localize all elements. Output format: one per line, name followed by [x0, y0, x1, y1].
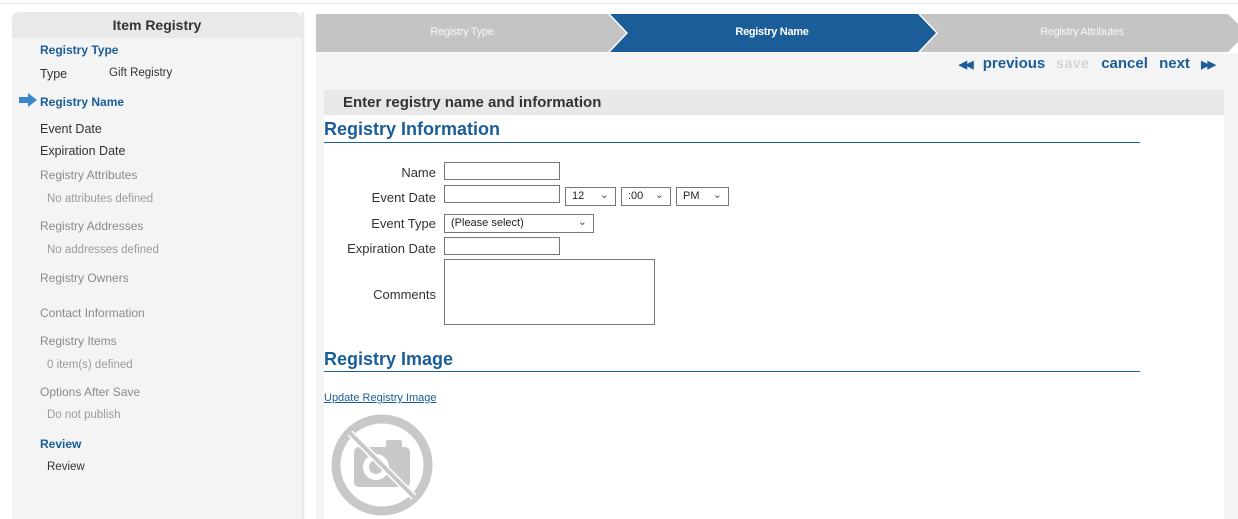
sidebar-item-expiration-date[interactable]: Expiration Date [40, 144, 330, 158]
expiration-date-label: Expiration Date [347, 241, 436, 256]
event-type-select[interactable]: (Please select) ⌄ [444, 214, 594, 233]
minute-value: :00 [628, 190, 644, 202]
wizard-nav: ◀◀ previous save cancel next ▶▶ [952, 55, 1216, 72]
registry-image-rule [324, 371, 1140, 372]
name-input[interactable] [444, 162, 560, 180]
sidebar-shadow [302, 12, 305, 519]
sidebar-options-status: Do not publish [47, 409, 121, 421]
type-label: Type [40, 67, 68, 81]
next-icon[interactable]: ▶▶ [1201, 59, 1216, 71]
event-type-label: Event Type [371, 216, 436, 231]
sidebar-review-sub: Review [47, 461, 85, 473]
step-registry-name[interactable]: Registry Name [626, 26, 918, 38]
chevron-down-icon: ⌄ [712, 189, 722, 201]
sidebar-title: Item Registry [12, 12, 302, 38]
registry-information-title: Registry Information [324, 119, 501, 139]
comments-textarea[interactable] [444, 259, 655, 325]
current-step-arrow-icon [19, 93, 37, 107]
sidebar-item-review[interactable]: Review [40, 437, 330, 451]
next-button[interactable]: next [1159, 55, 1190, 72]
step-registry-type[interactable]: Registry Type [316, 26, 608, 38]
chevron-down-icon: ⌄ [577, 216, 587, 228]
hour-value: 12 [572, 190, 585, 202]
chevron-down-icon: ⌄ [599, 189, 609, 201]
sidebar-item-registry-items[interactable]: Registry Items [40, 334, 330, 348]
sidebar-addresses-status: No addresses defined [47, 244, 159, 256]
hour-select[interactable]: 12 ⌄ [565, 187, 616, 206]
sidebar-registry-name-label: Registry Name [40, 95, 125, 109]
wizard-steps: Registry Type Registry Name Registry Att… [316, 14, 1238, 52]
sidebar-item-registry-attributes[interactable]: Registry Attributes [40, 168, 330, 182]
sidebar-item-registry-owners[interactable]: Registry Owners [40, 271, 330, 285]
event-date-label: Event Date [371, 190, 436, 205]
sidebar-attributes-status: No attributes defined [47, 193, 154, 205]
update-registry-image-link[interactable]: Update Registry Image [324, 392, 437, 404]
previous-icon[interactable]: ◀◀ [959, 59, 974, 71]
type-value: Gift Registry [109, 67, 173, 79]
minute-select[interactable]: :00 ⌄ [621, 187, 671, 206]
main-content: ◀◀ previous save cancel next ▶▶ Enter re… [316, 53, 1238, 519]
event-date-input[interactable] [444, 185, 560, 203]
form-panel: Enter registry name and information Regi… [324, 90, 1224, 519]
previous-button[interactable]: previous [983, 55, 1046, 72]
sidebar-item-event-date[interactable]: Event Date [40, 122, 330, 136]
step-registry-attributes[interactable]: Registry Attributes [936, 26, 1228, 38]
ampm-select[interactable]: PM ⌄ [676, 187, 729, 206]
sidebar-item-options-after-save[interactable]: Options After Save [40, 385, 330, 399]
sidebar: Item Registry Registry Type Type Gift Re… [12, 12, 302, 519]
expiration-date-input[interactable] [444, 237, 560, 255]
sidebar-items-status: 0 item(s) defined [47, 359, 133, 371]
sidebar-item-registry-addresses[interactable]: Registry Addresses [40, 219, 330, 233]
top-divider [0, 3, 1238, 4]
cancel-button[interactable]: cancel [1101, 55, 1148, 72]
event-type-value: (Please select) [451, 217, 524, 229]
panel-heading: Enter registry name and information [324, 90, 1224, 115]
comments-label: Comments [373, 287, 436, 302]
registry-image-title: Registry Image [324, 349, 454, 369]
name-label: Name [401, 165, 436, 180]
sidebar-item-contact-information[interactable]: Contact Information [40, 306, 330, 320]
no-camera-icon [331, 414, 433, 516]
chevron-down-icon: ⌄ [654, 189, 664, 201]
save-button[interactable]: save [1056, 55, 1090, 71]
registry-information-rule [324, 142, 1140, 143]
sidebar-item-registry-type[interactable]: Registry Type [40, 43, 330, 57]
ampm-value: PM [683, 190, 700, 202]
